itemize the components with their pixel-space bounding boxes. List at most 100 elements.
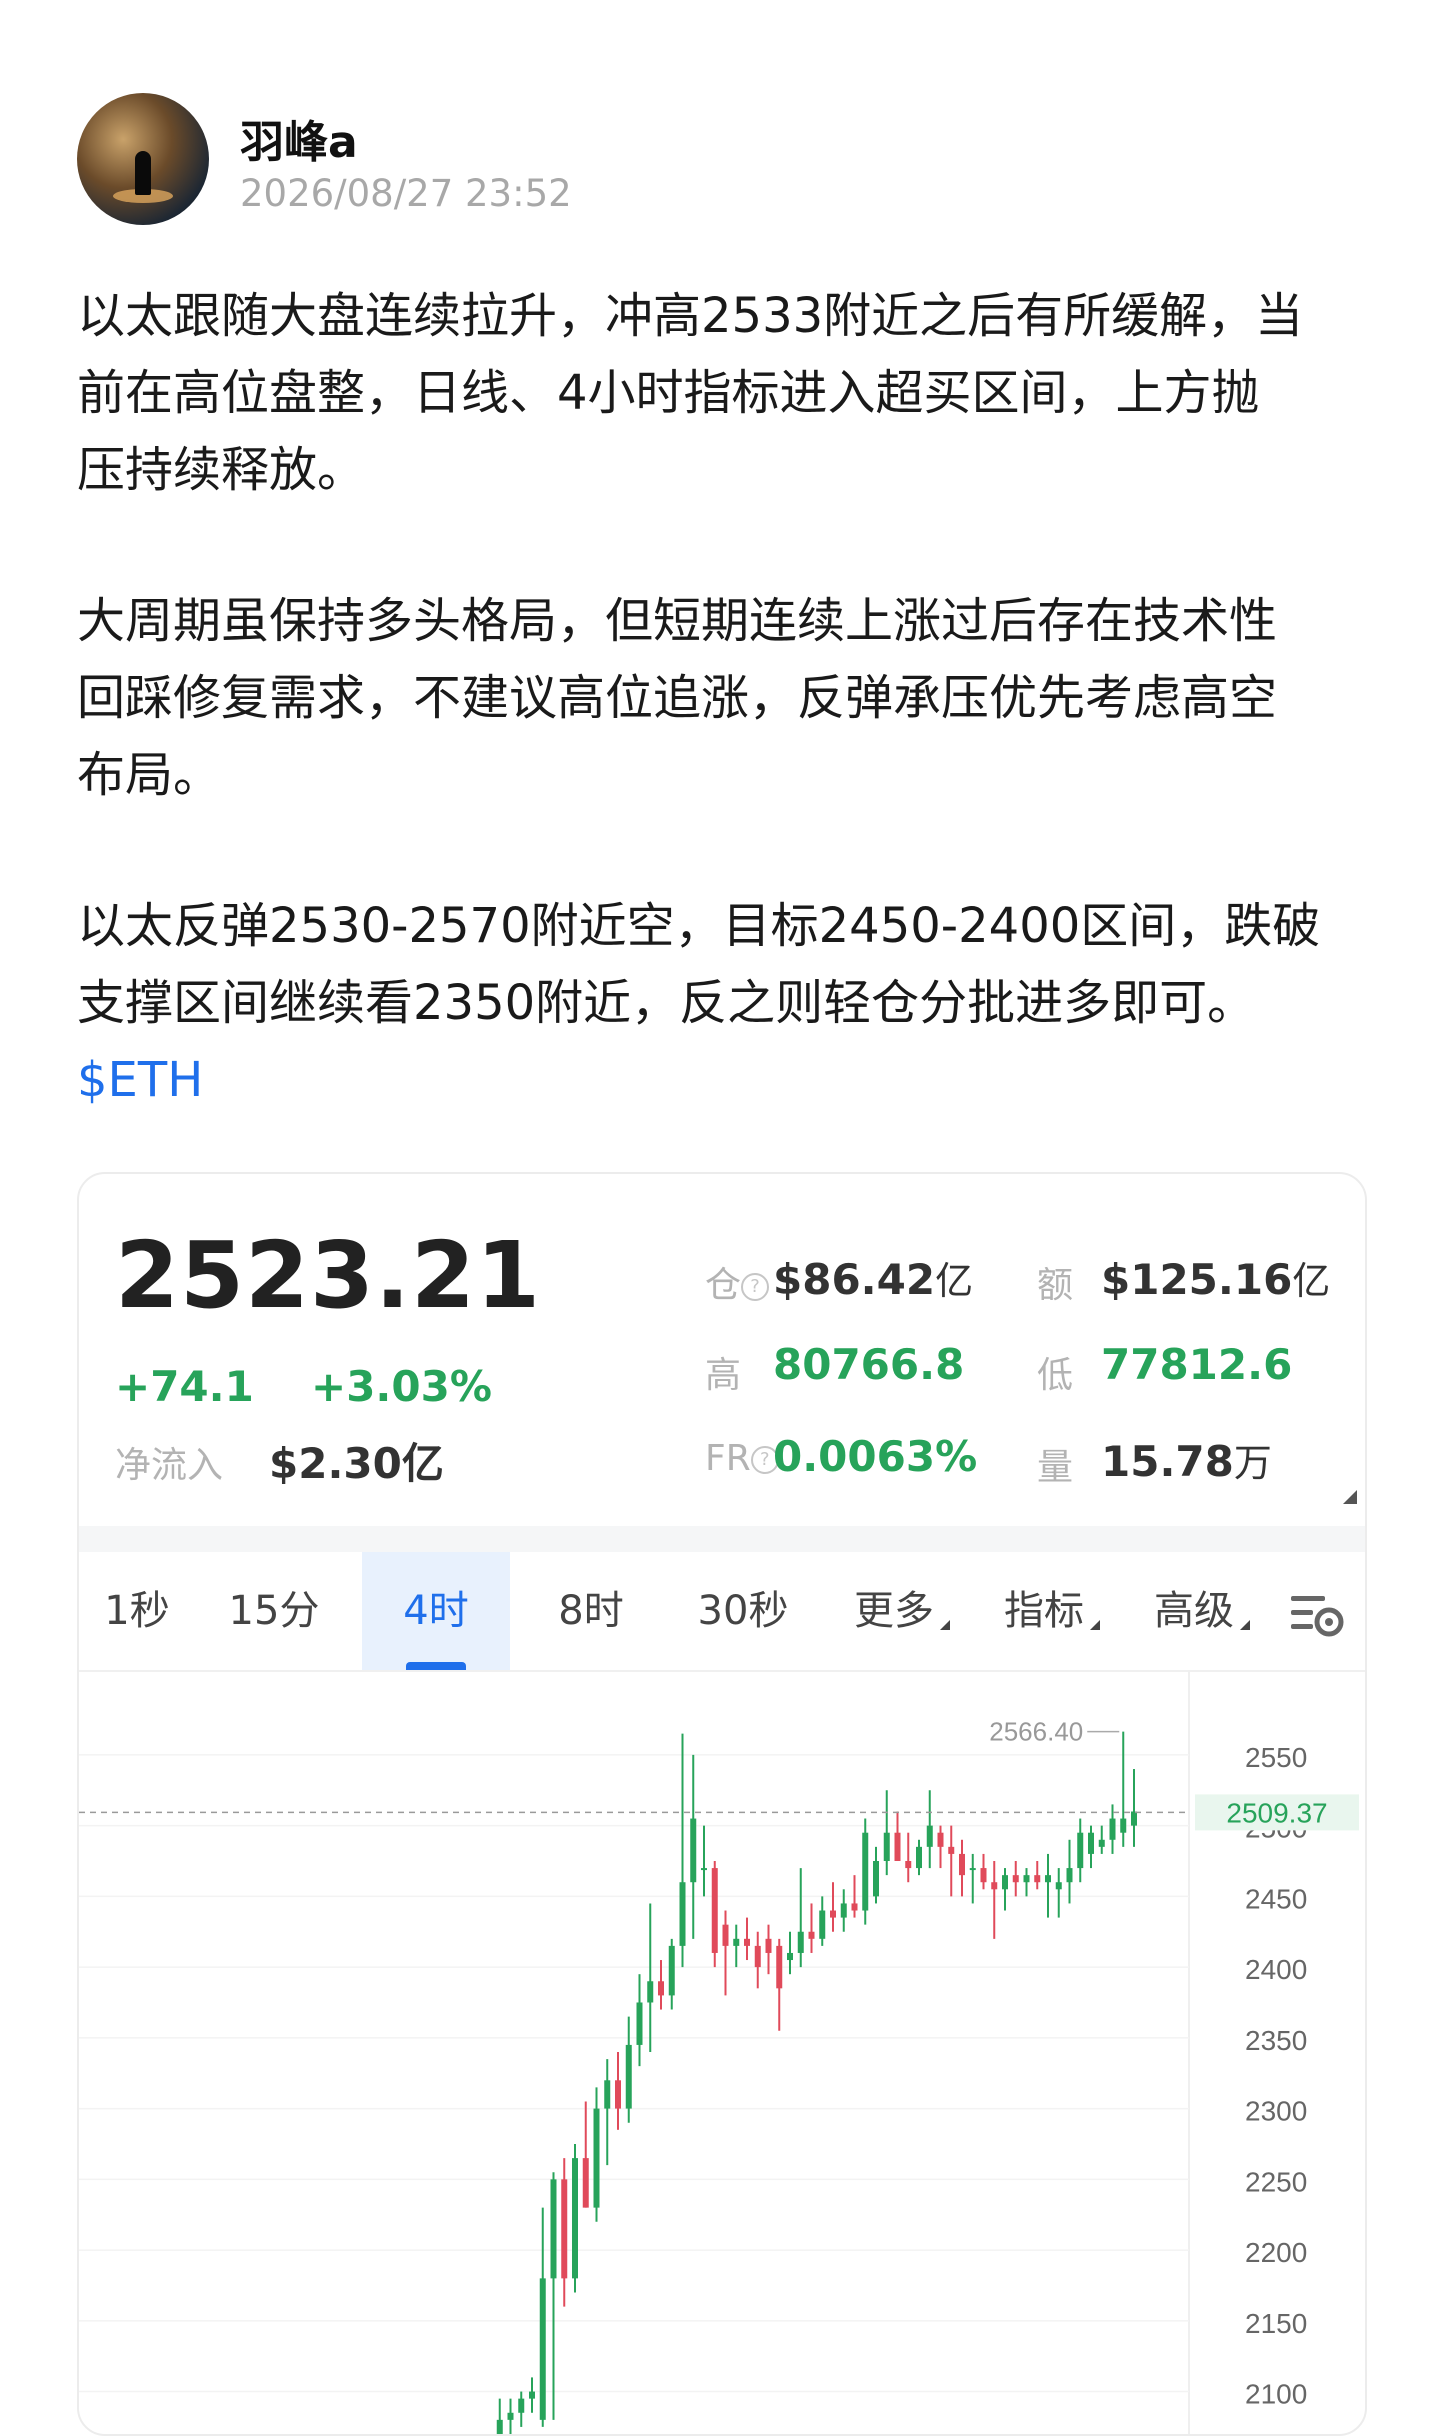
avatar-image[interactable] [77,93,209,225]
candle-body [1023,1875,1030,1883]
y-tick-label: 2400 [1245,1954,1307,1985]
candle-body [819,1910,826,1939]
candle-body [668,1945,675,1996]
net-inflow-value: $2.30亿 [269,1439,444,1488]
candle-body [518,2398,525,2413]
candle-body [787,1952,793,1961]
avatar-figure [135,151,151,195]
timeframe-tabs: 1秒 15分 4时 8时 30秒 更多 指标 高级 [79,1552,1365,1672]
candle-body [937,1832,944,1847]
chart-settings-icon[interactable] [1289,1592,1345,1638]
candle-body [1045,1875,1051,1883]
y-tick-label: 2550 [1245,1742,1307,1773]
turnover-value: $125.16亿 [1101,1255,1331,1304]
candle-body [808,1931,815,1939]
post-timestamp: 2026/08/27 23:52 [240,172,572,215]
tab-30s[interactable]: 30秒 [673,1552,813,1670]
high-value: 80766.8 [773,1340,965,1389]
high-label: 高 [705,1355,742,1396]
volume-label: 量 [1037,1447,1074,1488]
candle-body [722,1924,729,1946]
candle-body [991,1882,998,1890]
candle-body [701,1868,707,1871]
candle-body [830,1910,836,1918]
candle-body [797,1931,804,1953]
candle-body [615,2080,621,2109]
funding-rate-label: FR? [705,1438,779,1479]
help-icon[interactable]: ? [741,1273,770,1301]
candle-body [1109,1818,1116,1840]
last-price: 2523.21 [115,1222,542,1329]
y-tick-label: 2350 [1245,2025,1307,2056]
expand-corner-icon[interactable] [1343,1490,1357,1504]
dropdown-icon [1090,1620,1100,1630]
candle-body [593,2108,600,2208]
candle-body [1131,1811,1137,1826]
chart-grid [79,1670,1190,2434]
price-change-abs: +74.1 [115,1362,254,1411]
candle-body [572,2158,578,2279]
candle-body [765,1938,772,1953]
tab-advanced[interactable]: 高级 [1129,1552,1275,1670]
y-tick-label: 2250 [1245,2166,1307,2197]
candle-body [496,2419,503,2434]
candle-body [604,2080,611,2109]
candle-body [916,1846,922,1869]
candle-body [1066,1868,1073,1883]
post-paragraph-1: 以太跟随大盘连续拉升，冲高2533附近之后有所缓解，当 前在高位盘整，日线、4小… [77,288,1304,498]
tab-8h[interactable]: 8时 [525,1552,657,1670]
y-tick-label: 2450 [1245,1883,1307,1914]
funding-rate-value: 0.0063% [773,1432,978,1481]
candle-body [948,1846,955,1854]
post-paragraph-3: 以太反弹2530-2570附近空，目标2450-2400区间，跌破 支撑区间继续… [77,898,1321,1031]
dropdown-icon [940,1620,950,1630]
candle-body [1098,1839,1105,1847]
eth-tag-link[interactable]: $ETH [77,1042,1377,1119]
candle-body [980,1868,987,1883]
low-value: 77812.6 [1101,1340,1293,1389]
candle-body [1002,1875,1008,1890]
candle-body [840,1903,847,1918]
turnover-label: 额 [1037,1265,1074,1306]
candle-body [905,1861,912,1869]
volume-value: 15.78万 [1101,1437,1272,1486]
tab-15m[interactable]: 15分 [209,1552,339,1670]
position-value: $86.42亿 [773,1255,974,1304]
candle-body [647,1981,654,2003]
candle-body [1034,1875,1041,1883]
tab-4h[interactable]: 4时 [362,1552,510,1670]
candle-body [561,2179,568,2279]
candle-body [754,1945,761,1968]
dropdown-icon [1240,1620,1250,1630]
candle-body [894,1832,901,1861]
author-name[interactable]: 羽峰a [240,106,358,170]
candle-body [550,2179,557,2279]
candle-body [690,1818,697,1883]
candle-body [873,1861,879,1897]
candle-body [959,1853,965,1876]
candle-body [636,2002,643,2045]
candle-body [1120,1818,1127,1833]
candle-body [529,2391,535,2399]
net-inflow-label: 净流入 [115,1445,224,1486]
candle-body [744,1938,750,1946]
candlestick-chart[interactable]: 2550250024502400235023002250220021502100… [79,1670,1365,2434]
candle-body [539,2278,546,2420]
candle-body [733,1938,740,1946]
post-body: 以太跟随大盘连续拉升，冲高2533附近之后有所缓解，当 前在高位盘整，日线、4小… [77,278,1377,1119]
y-axis: 2550250024502400235023002250220021502100 [1245,1742,1307,2410]
candle-body [507,2412,514,2420]
market-card[interactable]: 2523.21 +74.1 +3.03% 净流入 $2.30亿 仓? $86.4… [77,1172,1367,2436]
tab-indicators[interactable]: 指标 [979,1552,1125,1670]
low-label: 低 [1037,1355,1074,1396]
tab-more[interactable]: 更多 [829,1552,975,1670]
candle-body [926,1825,933,1847]
price-change-pct: +3.03% [311,1362,492,1411]
tab-1s[interactable]: 1秒 [79,1552,195,1670]
candle-body [582,2158,589,2208]
candle-body [969,1868,976,1871]
candle-body [1077,1832,1084,1869]
candle-body [625,2044,632,2109]
candle-body [1012,1875,1019,1883]
y-tick-label: 2150 [1245,2308,1307,2339]
